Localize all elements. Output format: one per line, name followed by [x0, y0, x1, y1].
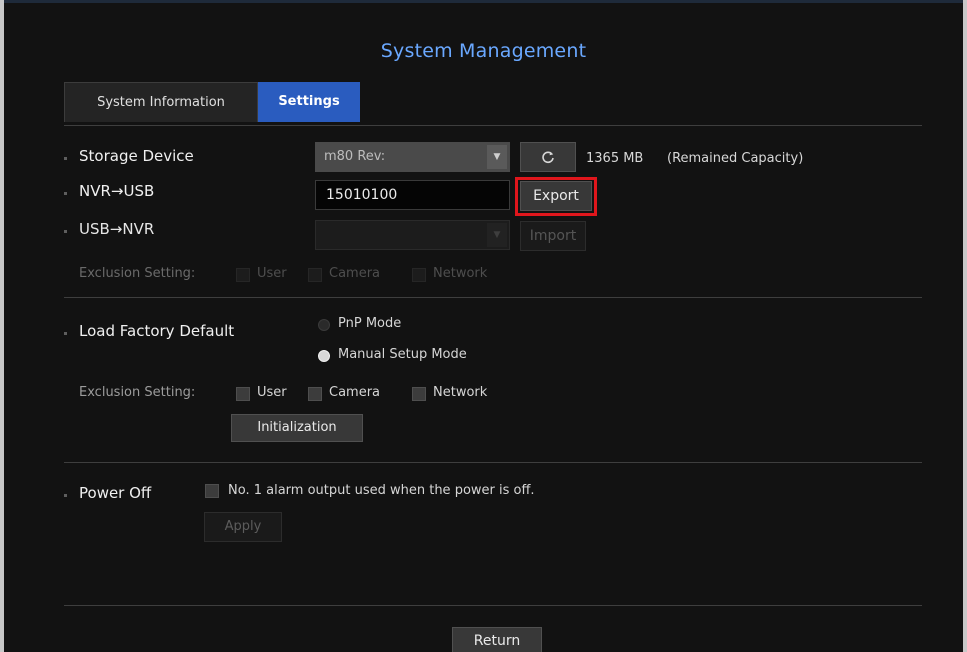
exclusion-setting-import-label: Exclusion Setting: — [79, 266, 196, 281]
bullet-marker — [64, 332, 67, 335]
page-title: System Management — [380, 40, 587, 62]
top-edge-line — [4, 0, 963, 3]
bullet-marker — [64, 230, 67, 233]
storage-device-select[interactable]: m80 Rev: ▼ — [315, 142, 510, 172]
usb-to-nvr-label: USB→NVR — [79, 220, 155, 238]
exclusion-import-user-label: User — [257, 266, 287, 281]
system-management-window: System Management System Information Set… — [4, 0, 963, 652]
nvr-to-usb-filename-input[interactable]: 15010100 — [315, 180, 510, 210]
return-button[interactable]: Return — [452, 627, 542, 652]
pnp-mode-label: PnP Mode — [338, 316, 402, 331]
refresh-icon — [542, 151, 554, 164]
section-divider — [64, 462, 922, 463]
storage-device-value: m80 Rev: — [324, 149, 386, 164]
exclusion-import-camera-label: Camera — [329, 266, 381, 281]
power-off-label: Power Off — [79, 484, 152, 502]
pnp-mode-radio[interactable] — [318, 319, 330, 331]
exclusion-import-network-label: Network — [433, 266, 488, 281]
bullet-marker — [64, 192, 67, 195]
exclusion-import-user-checkbox[interactable] — [236, 268, 250, 282]
exclusion-factory-user-label: User — [257, 385, 287, 400]
manual-setup-mode-radio[interactable] — [318, 350, 330, 362]
tabs-divider — [64, 125, 922, 126]
export-highlight-box — [515, 177, 597, 216]
chevron-down-icon: ▼ — [487, 223, 507, 247]
storage-capacity: 1365 MB — [586, 151, 644, 166]
initialization-button[interactable]: Initialization — [231, 414, 363, 442]
chevron-down-icon: ▼ — [487, 145, 507, 169]
section-divider — [64, 297, 922, 298]
exclusion-factory-camera-checkbox[interactable] — [308, 387, 322, 401]
refresh-button[interactable] — [520, 142, 576, 172]
bullet-marker — [64, 157, 67, 160]
manual-setup-mode-label: Manual Setup Mode — [338, 347, 467, 362]
apply-button[interactable]: Apply — [204, 512, 282, 542]
nvr-to-usb-label: NVR→USB — [79, 182, 155, 200]
power-off-alarm-text: No. 1 alarm output used when the power i… — [228, 483, 535, 498]
tab-system-information[interactable]: System Information — [64, 82, 258, 122]
exclusion-import-network-checkbox[interactable] — [412, 268, 426, 282]
import-button[interactable]: Import — [520, 221, 586, 251]
usb-to-nvr-select[interactable]: ▼ — [315, 220, 510, 250]
storage-device-label: Storage Device — [79, 147, 194, 165]
power-off-alarm-checkbox[interactable] — [205, 484, 219, 498]
load-factory-default-label: Load Factory Default — [79, 322, 235, 340]
exclusion-factory-network-label: Network — [433, 385, 488, 400]
exclusion-setting-factory-label: Exclusion Setting: — [79, 385, 196, 400]
exclusion-factory-user-checkbox[interactable] — [236, 387, 250, 401]
exclusion-factory-camera-label: Camera — [329, 385, 381, 400]
bullet-marker — [64, 494, 67, 497]
exclusion-factory-network-checkbox[interactable] — [412, 387, 426, 401]
footer-divider — [64, 605, 922, 606]
exclusion-import-camera-checkbox[interactable] — [308, 268, 322, 282]
tab-settings[interactable]: Settings — [258, 82, 360, 122]
storage-capacity-note: (Remained Capacity) — [667, 151, 804, 166]
